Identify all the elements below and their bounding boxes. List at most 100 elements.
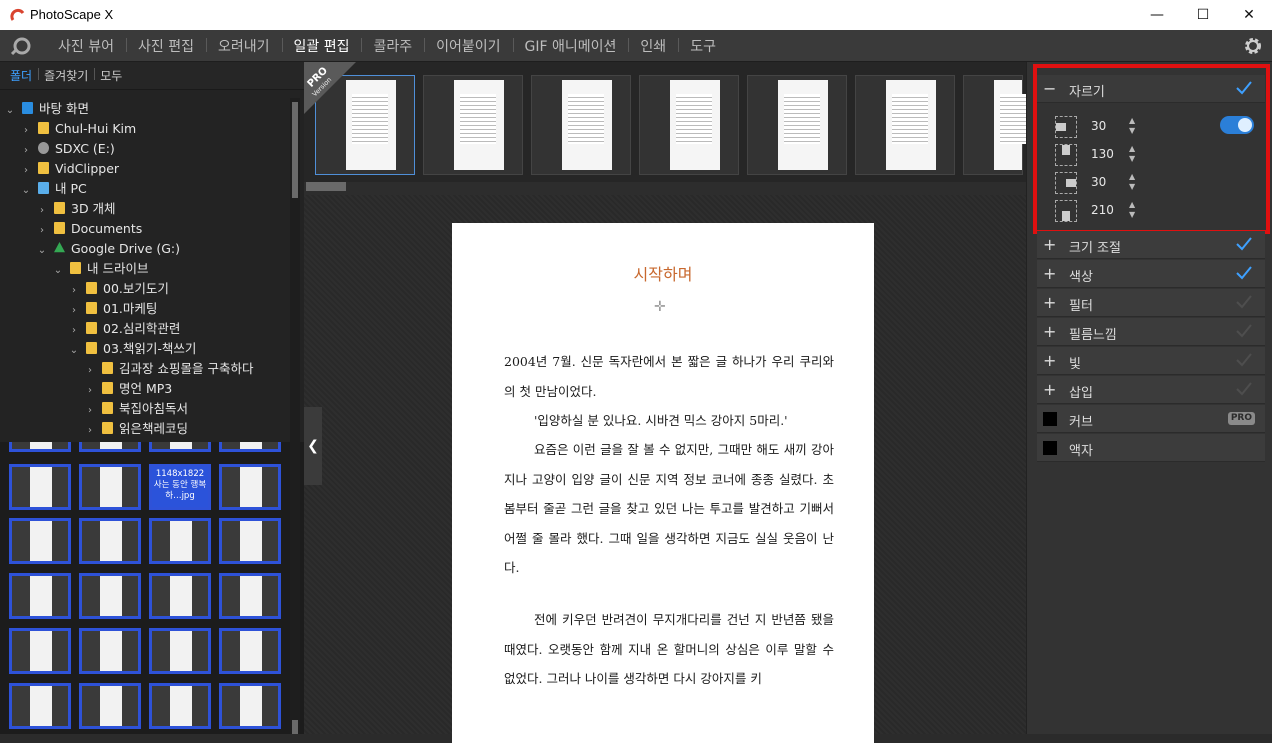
- home-logo-icon[interactable]: [10, 36, 32, 56]
- thumbnail[interactable]: [79, 464, 141, 510]
- expand-icon[interactable]: +: [1043, 322, 1056, 341]
- tree-item-my-pc[interactable]: ⌄ 내 PC: [20, 179, 87, 199]
- section-color[interactable]: + 색상: [1037, 260, 1265, 288]
- chevron-down-icon[interactable]: ⌄: [36, 241, 48, 261]
- section-insert[interactable]: + 삽입: [1037, 376, 1265, 404]
- minimize-button[interactable]: —: [1134, 0, 1180, 30]
- chevron-down-icon[interactable]: ⌄: [52, 261, 64, 281]
- tree-scrollbar-thumb[interactable]: [292, 102, 298, 198]
- thumbnail-selected[interactable]: 1148x1822 사는 동안 행복하…jpg: [149, 464, 211, 510]
- thumbnail-scrollbar-thumb[interactable]: [292, 720, 298, 734]
- tree-item-user[interactable]: › Chul-Hui Kim: [20, 119, 136, 139]
- strip-thumbnail[interactable]: [639, 75, 739, 175]
- tab-folders[interactable]: 폴더: [4, 67, 38, 84]
- menu-tools[interactable]: 도구: [678, 36, 728, 56]
- thumbnail[interactable]: [79, 573, 141, 619]
- section-resize[interactable]: + 크기 조절: [1037, 231, 1265, 259]
- chevron-right-icon[interactable]: ›: [68, 321, 80, 341]
- menu-collage[interactable]: 콜라주: [361, 36, 424, 56]
- checkmark-icon[interactable]: [1235, 380, 1253, 398]
- maximize-button[interactable]: ☐: [1180, 0, 1226, 30]
- tree-item-google-drive[interactable]: ⌄ Google Drive (G:): [36, 239, 180, 259]
- tree-item-folder-00[interactable]: › 00.보기도기: [68, 279, 169, 299]
- section-light[interactable]: + 빛: [1037, 347, 1265, 375]
- menu-combine[interactable]: 이어붙이기: [424, 36, 512, 56]
- thumbnail[interactable]: [9, 683, 71, 729]
- thumbnail[interactable]: [219, 442, 281, 452]
- thumbnail[interactable]: [79, 518, 141, 564]
- tab-all[interactable]: 모두: [94, 67, 128, 84]
- chevron-right-icon[interactable]: ›: [84, 421, 96, 441]
- chevron-right-icon[interactable]: ›: [36, 201, 48, 221]
- chevron-down-icon[interactable]: ⌄: [68, 341, 80, 361]
- thumbnail[interactable]: [219, 573, 281, 619]
- strip-thumbnail[interactable]: [855, 75, 955, 175]
- close-button[interactable]: ✕: [1226, 0, 1272, 30]
- tree-item-sdxc[interactable]: › SDXC (E:): [20, 139, 115, 159]
- tree-item-desktop[interactable]: ⌄ 바탕 화면: [4, 99, 89, 119]
- thumbnail[interactable]: [9, 628, 71, 674]
- menu-batch-edit[interactable]: 일괄 편집: [281, 36, 362, 56]
- tree-item-3d-objects[interactable]: › 3D 개체: [36, 199, 116, 219]
- strip-thumbnail[interactable]: [531, 75, 631, 175]
- checkmark-icon[interactable]: [1235, 322, 1253, 340]
- tree-item-my-drive[interactable]: ⌄ 내 드라이브: [52, 259, 149, 281]
- section-filter[interactable]: + 필터: [1037, 289, 1265, 317]
- expand-icon[interactable]: +: [1043, 380, 1056, 399]
- thumbnail[interactable]: [79, 442, 141, 452]
- menu-gif-animation[interactable]: GIF 애니메이션: [512, 36, 629, 56]
- checkmark-icon[interactable]: [1235, 235, 1253, 253]
- menu-cut-out[interactable]: 오려내기: [205, 36, 282, 56]
- chevron-right-icon[interactable]: ›: [68, 281, 80, 301]
- tab-favorites[interactable]: 즐겨찾기: [38, 67, 94, 84]
- chevron-right-icon[interactable]: ›: [20, 141, 32, 161]
- thumbnail[interactable]: [9, 464, 71, 510]
- chevron-right-icon[interactable]: ›: [20, 121, 32, 141]
- thumbnail[interactable]: [149, 573, 211, 619]
- menu-photo-viewer[interactable]: 사진 뷰어: [46, 36, 126, 56]
- tree-item-documents[interactable]: › Documents: [36, 219, 142, 239]
- thumbnail[interactable]: [79, 683, 141, 729]
- settings-gear-icon[interactable]: [1242, 35, 1264, 57]
- thumbnail[interactable]: [219, 628, 281, 674]
- chevron-right-icon[interactable]: ›: [84, 401, 96, 421]
- tree-item-folder-02[interactable]: › 02.심리학관련: [68, 319, 180, 339]
- expand-icon[interactable]: +: [1043, 293, 1056, 312]
- section-film[interactable]: + 필름느낌: [1037, 318, 1265, 346]
- tree-item-book-recording[interactable]: › 읽은책레코딩: [84, 419, 188, 439]
- thumbnail[interactable]: [219, 683, 281, 729]
- thumbnail[interactable]: [9, 518, 71, 564]
- frame-checkbox[interactable]: [1043, 441, 1057, 455]
- tree-item-folder-01[interactable]: › 01.마케팅: [68, 299, 157, 319]
- tree-item-folder-03[interactable]: ⌄ 03.책읽기-책쓰기: [68, 339, 197, 361]
- tree-scrollbar[interactable]: [290, 98, 300, 442]
- chevron-right-icon[interactable]: ›: [20, 161, 32, 181]
- thumbnail[interactable]: [149, 442, 211, 452]
- thumbnail[interactable]: [79, 628, 141, 674]
- thumbnail[interactable]: [9, 573, 71, 619]
- section-frame[interactable]: 액자: [1037, 434, 1265, 462]
- curve-checkbox[interactable]: [1043, 412, 1057, 426]
- strip-thumbnail-selected[interactable]: [315, 75, 415, 175]
- strip-thumbnail[interactable]: [423, 75, 523, 175]
- expand-icon[interactable]: +: [1043, 264, 1056, 283]
- menu-print[interactable]: 인쇄: [628, 36, 678, 56]
- thumbnail[interactable]: [219, 464, 281, 510]
- chevron-right-icon[interactable]: ›: [84, 361, 96, 381]
- thumbnail[interactable]: [9, 442, 71, 452]
- chevron-down-icon[interactable]: ⌄: [20, 181, 32, 201]
- strip-thumbnail[interactable]: [747, 75, 847, 175]
- thumbnail[interactable]: [219, 518, 281, 564]
- checkmark-icon[interactable]: [1235, 264, 1253, 282]
- expand-icon[interactable]: +: [1043, 235, 1056, 254]
- thumbnail[interactable]: [149, 518, 211, 564]
- chevron-right-icon[interactable]: ›: [68, 301, 80, 321]
- strip-thumbnail[interactable]: [963, 75, 1036, 175]
- tree-item-shopping-mall[interactable]: › 김과장 쇼핑몰을 구축하다: [84, 359, 253, 379]
- collapse-left-panel-button[interactable]: ❮: [304, 407, 322, 485]
- tree-item-quotes-mp3[interactable]: › 명언 MP3: [84, 379, 172, 399]
- expand-icon[interactable]: +: [1043, 351, 1056, 370]
- chevron-right-icon[interactable]: ›: [36, 221, 48, 241]
- tree-item-morning-reading[interactable]: › 북집아침독서: [84, 399, 188, 419]
- tree-item-vidclipper[interactable]: › VidClipper: [20, 159, 119, 179]
